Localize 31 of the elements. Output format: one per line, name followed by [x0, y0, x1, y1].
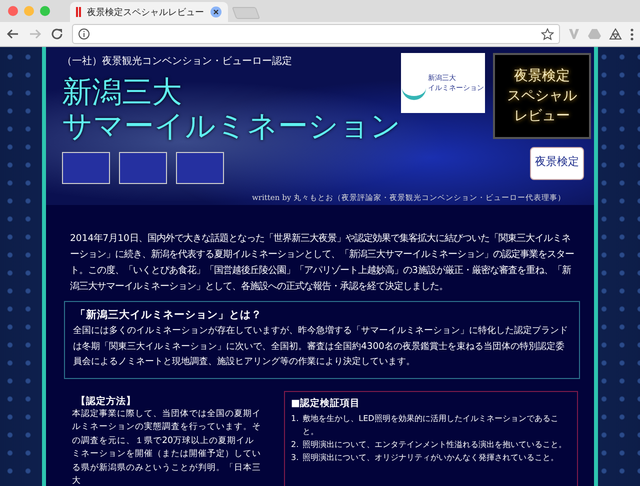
about-heading: 「新潟三大イルミネーション」とは？ [75, 308, 263, 323]
item-number: 2. [291, 438, 299, 450]
address-field[interactable] [72, 24, 560, 44]
item-number: 3. [291, 452, 299, 464]
criteria-item: 照明演出について、エンタテインメント性溢れる演出を抱いていること。 [302, 438, 567, 450]
intro-paragraph: 2014年7月10日、国内外で大きな話題となった「世界新三大夜景」や認定効果で集客拡大に結びついた「関東三大イルミネーション」に続き、新潟を代表する夏期イルミネーションとして、「新潟三大サマーイルミネーション」の認定事業をスタート。この度、「いくとぴあ食花」「国営越後丘陵公園」「アパリゾート上越妙高」の3施設が厳正・厳密な審査を重ね、「新潟三大サマーイルミネーション」として、各施設への正式な報告・承認を経て決定しました。 [70, 232, 575, 294]
tab-title: 夜景検定スペシャルレビュー [87, 6, 204, 18]
banner-subtitle: （一社）夜景観光コンベンション・ビューロー認定 [62, 54, 293, 68]
item-number: 1. [291, 412, 299, 424]
favicon-icon [76, 7, 81, 17]
criteria-heading: ■認定検証項目 [291, 396, 361, 410]
star-icon[interactable] [541, 28, 554, 40]
about-paragraph: 全国には多くのイルミネーションが存在していますが、昨今急増する「サマーイルミネーション」に特化した認定ブランドは冬期「関東三大イルミネーション」に次いで、全国初。審査は全国約4300名の夜景鑑賞士を束ねる当団体の特別認定委員会によるノミネートと現地調査、施設ヒアリング等の作業により決定しています。 [73, 324, 569, 369]
method-paragraph: 本認定事業に際して、当団体では全国の夏期イルミネーションの実態調査を行っています。その調査を元に、１県で20万球以上の夏期イルミネーションを開催（または開催予定）している県が新潟県のみということが判明。「日本三大 [72, 408, 262, 486]
criteria-item: 照明演出について、オリジナリティがいかんなく発揮されていること。 [302, 452, 559, 464]
back-icon[interactable] [6, 27, 20, 41]
badge-text: レビュー [514, 107, 570, 126]
browser-tab[interactable]: 夜景検定スペシャルレビュー [70, 2, 228, 22]
close-tab-icon[interactable] [210, 6, 222, 18]
method-heading: 【認定方法】 [76, 394, 137, 408]
badge-text: 夜景検定 [514, 67, 570, 86]
reload-icon[interactable] [50, 27, 64, 41]
info-icon[interactable] [78, 28, 90, 40]
banner-title: 新潟三大 サマーイルミネーション [62, 76, 401, 144]
criteria-item: 敷地を生かし、LED照明を効果的に活用したイルミネーションであること。 [302, 412, 560, 438]
photo-thumbnail[interactable] [176, 152, 224, 184]
photo-thumbnail[interactable] [62, 152, 110, 184]
photo-thumbnail[interactable] [119, 152, 167, 184]
yakei-seal: 夜景検定 [530, 147, 584, 180]
more-menu-icon[interactable] [630, 28, 634, 40]
badge-text: スペシャル [507, 87, 577, 106]
